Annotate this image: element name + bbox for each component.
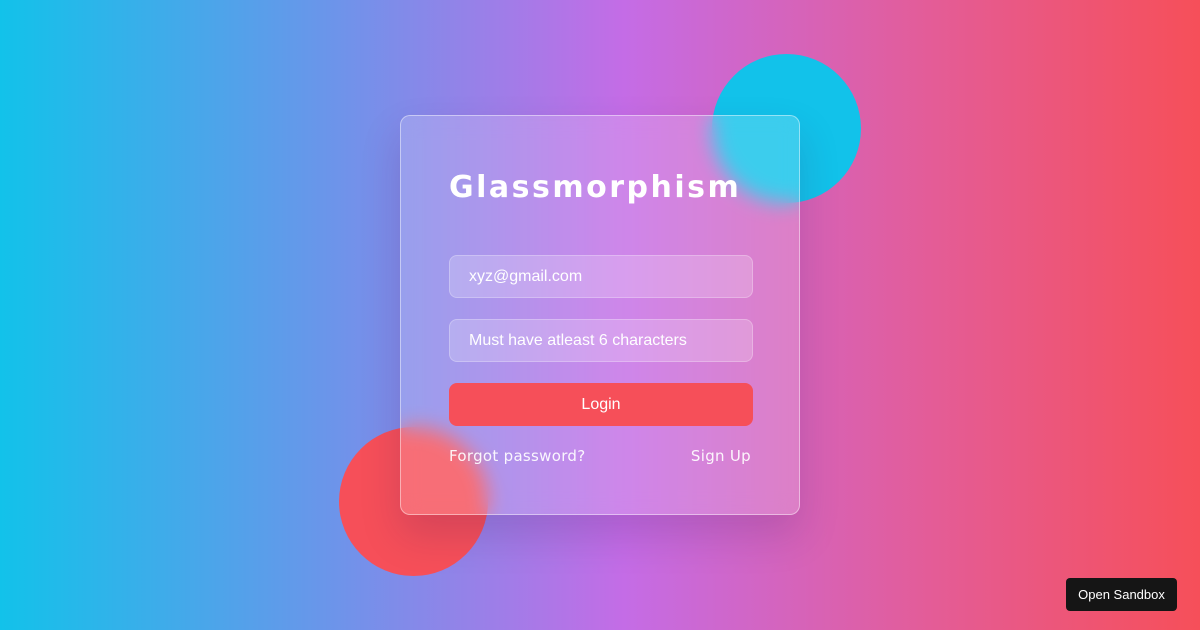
card-title: Glassmorphism [449,170,742,205]
password-input[interactable] [449,319,753,362]
sign-up-link[interactable]: Sign Up [691,447,751,465]
login-card: Glassmorphism Login Forgot password? Sig… [400,115,800,515]
forgot-password-link[interactable]: Forgot password? [449,447,586,465]
login-button[interactable]: Login [449,383,753,426]
open-sandbox-button[interactable]: Open Sandbox [1066,578,1177,611]
email-input[interactable] [449,255,753,298]
